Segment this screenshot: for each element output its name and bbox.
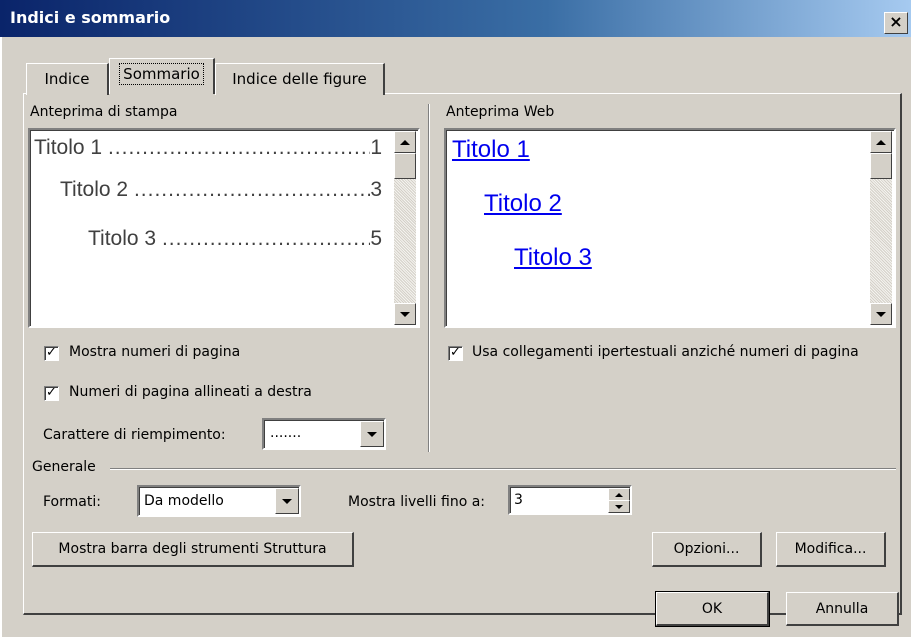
column-separator	[428, 104, 430, 452]
tab-label: Indice	[44, 70, 90, 88]
tab-label: Indice delle figure	[232, 70, 367, 88]
check-icon: ✓	[450, 345, 461, 360]
use-hyperlinks-checkbox[interactable]: ✓	[448, 346, 463, 361]
print-preview-box[interactable]: Titolo 1 ...............................…	[28, 128, 420, 328]
tab-leader-select[interactable]: .......	[262, 418, 386, 450]
scroll-up-button[interactable]	[870, 131, 892, 153]
levels-spinner[interactable]: 3	[508, 485, 632, 515]
tab-indice[interactable]: Indice	[26, 63, 109, 95]
web-link-titolo-1[interactable]: Titolo 1	[452, 136, 530, 164]
chevron-down-icon	[367, 431, 377, 437]
cancel-button[interactable]: Annulla	[786, 592, 899, 626]
formats-value: Da modello	[144, 493, 224, 509]
modify-button[interactable]: Modifica...	[776, 532, 886, 567]
window-title: Indici e sommario	[10, 8, 171, 27]
web-link-titolo-3[interactable]: Titolo 3	[514, 244, 592, 272]
toc-entry-1: Titolo 1 ...............................…	[34, 136, 382, 159]
print-preview-label: Anteprima di stampa	[30, 104, 178, 120]
formats-dropdown-button[interactable]	[275, 488, 299, 514]
close-button[interactable]: ×	[884, 12, 908, 34]
arrow-down-icon	[876, 311, 886, 317]
web-link-titolo-2[interactable]: Titolo 2	[484, 190, 562, 218]
right-align-label[interactable]: Numeri di pagina allineati a destra	[69, 384, 312, 400]
arrow-up-icon	[400, 139, 410, 145]
levels-value[interactable]: 3	[514, 492, 523, 508]
show-page-numbers-label[interactable]: Mostra numeri di pagina	[69, 344, 240, 360]
show-page-numbers-checkbox[interactable]: ✓	[44, 346, 59, 361]
check-icon: ✓	[46, 385, 57, 400]
arrow-up-icon	[615, 492, 623, 497]
close-icon: ×	[889, 12, 903, 31]
web-preview-label: Anteprima Web	[446, 104, 555, 120]
arrow-down-icon	[400, 311, 410, 317]
ok-button[interactable]: OK	[655, 591, 770, 627]
toc-entry-3: Titolo 3 ...............................…	[88, 227, 382, 250]
arrow-up-icon	[876, 139, 886, 145]
options-button[interactable]: Opzioni...	[652, 532, 762, 567]
tab-leader-dropdown-button[interactable]	[360, 421, 384, 447]
scroll-thumb[interactable]	[870, 153, 892, 179]
chevron-down-icon	[282, 498, 292, 504]
spin-down-button[interactable]	[608, 500, 630, 513]
window-frame	[0, 37, 2, 637]
right-align-checkbox[interactable]: ✓	[44, 386, 59, 401]
formats-label: Formati:	[43, 494, 101, 510]
scroll-down-button[interactable]	[394, 303, 416, 325]
tab-leader-value: .......	[270, 425, 302, 441]
general-separator	[110, 468, 896, 470]
show-levels-label: Mostra livelli fino a:	[348, 494, 486, 510]
show-outline-toolbar-button[interactable]: Mostra barra degli strumenti Struttura	[32, 532, 354, 567]
scroll-up-button[interactable]	[394, 131, 416, 153]
general-section-label: Generale	[32, 459, 96, 475]
arrow-down-icon	[615, 504, 623, 509]
toc-entry-2: Titolo 2 ...............................…	[60, 178, 382, 201]
tab-label: Sommario	[119, 63, 204, 85]
use-hyperlinks-label[interactable]: Usa collegamenti ipertestuali anziché nu…	[472, 344, 859, 360]
scroll-down-button[interactable]	[870, 303, 892, 325]
tab-sommario[interactable]: Sommario	[109, 58, 215, 94]
web-preview-box[interactable]: Titolo 1 Titolo 2 Titolo 3	[444, 128, 896, 328]
check-icon: ✓	[46, 345, 57, 360]
tab-leader-label: Carattere di riempimento:	[43, 427, 226, 443]
formats-select[interactable]: Da modello	[137, 485, 301, 517]
tab-indice-delle-figure[interactable]: Indice delle figure	[215, 63, 385, 95]
scroll-thumb[interactable]	[394, 153, 416, 179]
